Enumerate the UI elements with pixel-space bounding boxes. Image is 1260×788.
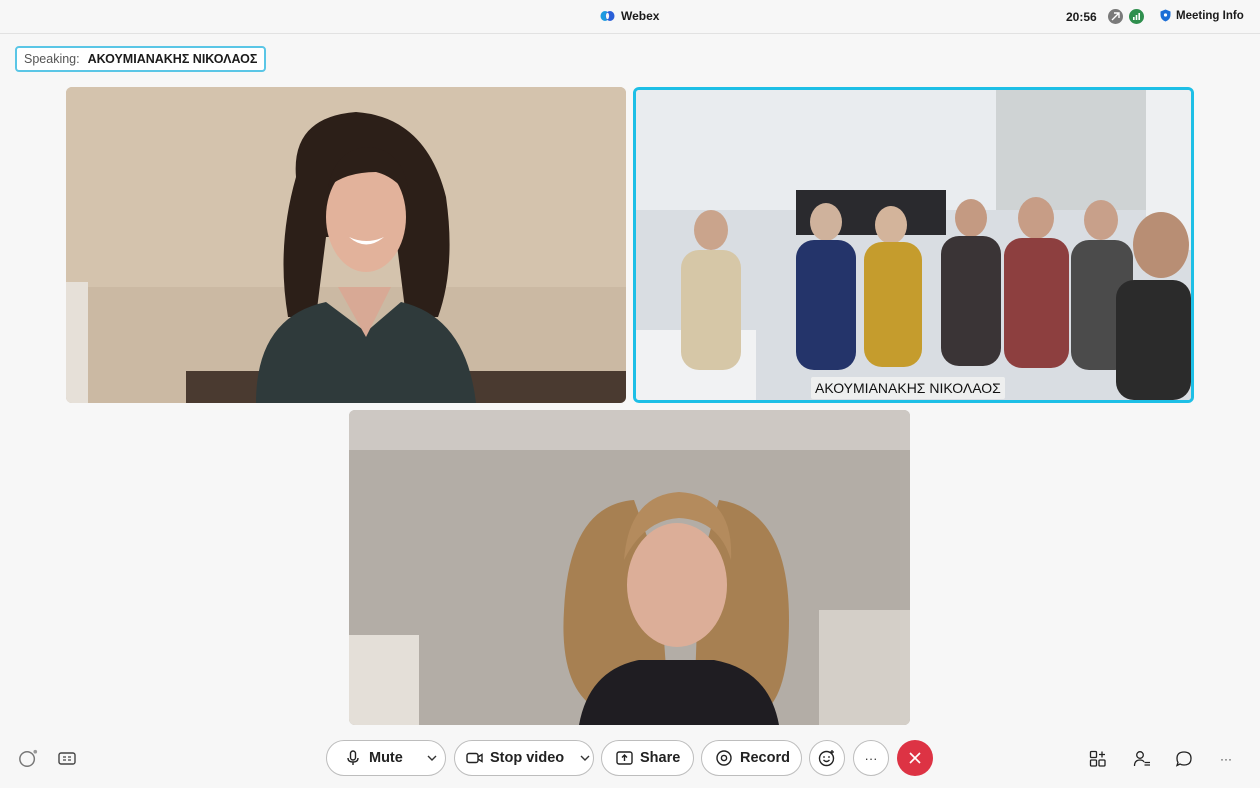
- leave-meeting-button[interactable]: [897, 740, 933, 776]
- record-label: Record: [740, 750, 790, 766]
- more-icon[interactable]: ···: [1216, 749, 1236, 769]
- stop-video-label: Stop video: [490, 750, 565, 766]
- video-feed: [349, 410, 910, 725]
- captions-icon[interactable]: [57, 749, 77, 769]
- share-label: Share: [640, 750, 681, 766]
- app-title-text: Webex: [621, 9, 660, 23]
- shield-icon: [1160, 9, 1171, 22]
- reactions-icon: [818, 750, 835, 767]
- more-icon: ···: [864, 750, 878, 766]
- right-more-glyph: ···: [1220, 752, 1232, 766]
- video-tile-participant-3[interactable]: [349, 410, 910, 725]
- meeting-toolbar: Mute Stop video Share Record ··· ···: [0, 730, 1260, 788]
- record-button[interactable]: Record: [701, 740, 802, 776]
- more-options-button[interactable]: ···: [853, 740, 889, 776]
- camera-icon: [466, 752, 483, 764]
- share-icon: [616, 751, 633, 765]
- speaking-prefix: Speaking:: [24, 52, 80, 66]
- webex-logo-icon: [600, 11, 615, 21]
- connection-icon[interactable]: [1108, 9, 1123, 24]
- video-feed: [636, 90, 1191, 400]
- participants-icon[interactable]: [1132, 749, 1152, 769]
- meeting-info-button[interactable]: Meeting Info: [1160, 9, 1244, 22]
- stop-video-button[interactable]: Stop video: [454, 740, 594, 776]
- chat-icon[interactable]: [1174, 749, 1194, 769]
- speaking-indicator: Speaking: ΑΚΟΥΜΙΑΝΑΚΗΣ ΝΙΚΟΛΑΟΣ: [15, 46, 267, 72]
- layout-icon[interactable]: [1088, 749, 1108, 769]
- meeting-info-label: Meeting Info: [1176, 9, 1244, 22]
- signal-icon[interactable]: [1129, 9, 1144, 24]
- reactions-button[interactable]: [809, 740, 845, 776]
- status-ring-icon[interactable]: [18, 749, 38, 769]
- video-tile-participant-2[interactable]: ΑΚΟΥΜΙΑΝΑΚΗΣ ΝΙΚΟΛΑΟΣ: [633, 87, 1194, 403]
- app-title: Webex: [600, 9, 659, 23]
- close-icon: [909, 752, 921, 764]
- mute-button[interactable]: Mute: [326, 740, 446, 776]
- speaking-name: ΑΚΟΥΜΙΑΝΑΚΗΣ ΝΙΚΟΛΑΟΣ: [87, 52, 258, 66]
- video-feed: [66, 87, 626, 403]
- video-tile-participant-1[interactable]: [66, 87, 626, 403]
- record-icon: [716, 750, 732, 766]
- title-bar: Webex 20:56 Meeting Info: [0, 0, 1260, 34]
- clock: 20:56: [1066, 10, 1097, 24]
- chevron-down-icon[interactable]: [580, 755, 590, 761]
- chevron-down-icon[interactable]: [427, 755, 437, 761]
- share-button[interactable]: Share: [601, 740, 694, 776]
- participant-name-label: ΑΚΟΥΜΙΑΝΑΚΗΣ ΝΙΚΟΛΑΟΣ: [811, 377, 1005, 399]
- mute-label: Mute: [369, 750, 403, 766]
- microphone-icon: [347, 750, 359, 765]
